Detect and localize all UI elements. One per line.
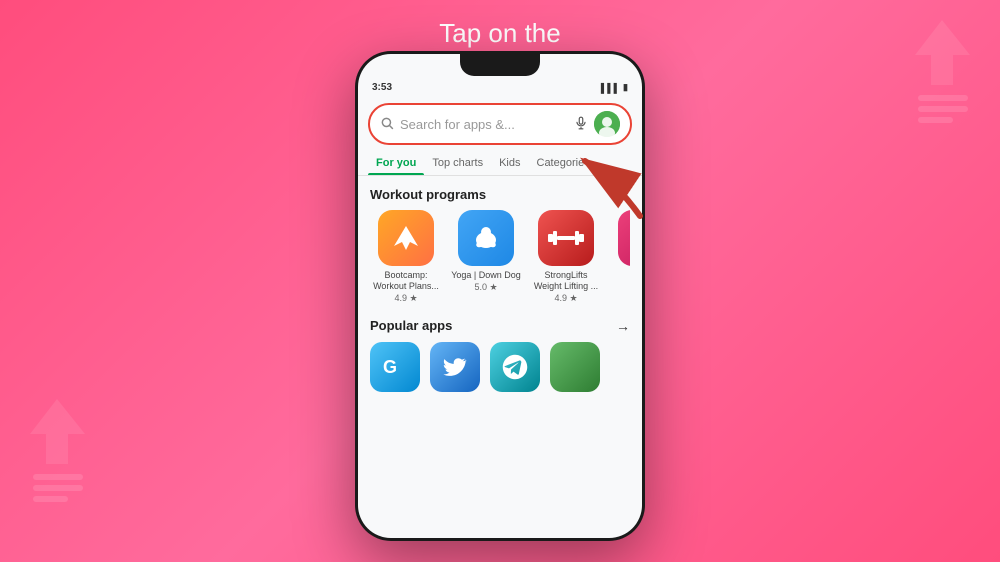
app-icon-partial[interactable] xyxy=(550,342,600,392)
bg-arrow-right xyxy=(915,20,970,123)
search-placeholder: Search for apps &... xyxy=(400,117,568,132)
header-line1: Tap on the xyxy=(434,18,566,49)
app-icon-google-translate[interactable]: G xyxy=(370,342,420,392)
tab-top-charts[interactable]: Top charts xyxy=(424,153,491,175)
app-name-stronglifts: StrongLifts Weight Lifting ... xyxy=(530,270,602,292)
svg-text:G: G xyxy=(383,357,397,377)
status-icons: ▌▌▌ ▮ xyxy=(601,82,628,93)
search-bar[interactable]: Search for apps &... xyxy=(368,103,632,145)
popular-section-header: Popular apps → xyxy=(370,318,630,334)
bg-arrow-left xyxy=(30,399,85,502)
app-name-yoga: Yoga | Down Dog xyxy=(451,270,521,281)
popular-section: Popular apps → G xyxy=(358,310,642,392)
popular-apps-row: G xyxy=(370,342,630,392)
popular-section-arrow[interactable]: → xyxy=(616,318,630,334)
phone-screen: 3:53 ▌▌▌ ▮ Search for apps &... xyxy=(358,54,642,538)
tab-kids[interactable]: Kids xyxy=(491,153,528,175)
status-time: 3:53 xyxy=(372,82,392,93)
app-rating-yoga: 5.0 ★ xyxy=(474,282,497,293)
app-name-bootcamp: Bootcamp: Workout Plans... xyxy=(370,270,442,292)
app-item-yoga[interactable]: Yoga | Down Dog 5.0 ★ xyxy=(450,210,522,304)
app-icon-twitter[interactable] xyxy=(430,342,480,392)
workout-section-title: Workout programs xyxy=(370,187,486,202)
app-icon-telegram[interactable] xyxy=(490,342,540,392)
status-bar: 3:53 ▌▌▌ ▮ xyxy=(358,76,642,95)
phone-body: 3:53 ▌▌▌ ▮ Search for apps &... xyxy=(355,51,645,541)
app-rating-bootcamp: 4.9 ★ xyxy=(394,293,417,304)
app-item-bootcamp[interactable]: Bootcamp: Workout Plans... 4.9 ★ xyxy=(370,210,442,304)
red-arrow-annotation xyxy=(565,141,655,226)
avatar[interactable] xyxy=(594,111,620,137)
mic-icon[interactable] xyxy=(574,116,588,133)
app-rating-stronglifts: 4.9 ★ xyxy=(554,293,577,304)
popular-section-title: Popular apps xyxy=(370,318,452,333)
battery-icon: ▮ xyxy=(623,82,628,93)
phone-mockup: 3:53 ▌▌▌ ▮ Search for apps &... xyxy=(355,51,645,541)
app-icon-bootcamp xyxy=(378,210,434,266)
phone-notch xyxy=(460,54,540,76)
signal-icon: ▌▌▌ xyxy=(601,83,620,93)
search-icon xyxy=(380,116,394,133)
app-icon-yoga xyxy=(458,210,514,266)
tab-for-you[interactable]: For you xyxy=(368,153,424,175)
